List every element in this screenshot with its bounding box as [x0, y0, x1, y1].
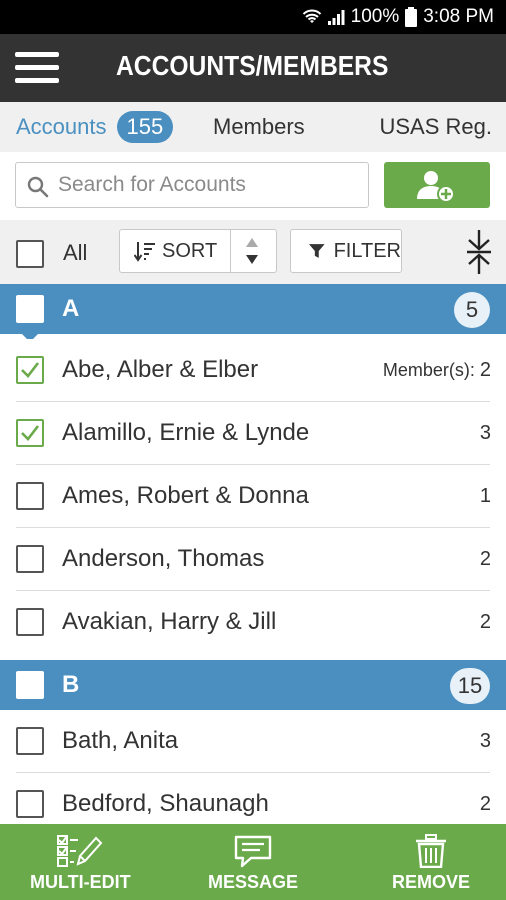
battery-icon — [405, 7, 418, 27]
remove-label: REMOVE — [391, 872, 470, 892]
row-checkbox[interactable] — [16, 419, 44, 447]
battery-percent: 100% — [350, 6, 400, 27]
section-header-b: B 15 — [0, 660, 506, 718]
section-a-checkbox[interactable] — [16, 295, 44, 323]
sort-label: SORT — [162, 239, 218, 262]
search-row — [0, 152, 506, 220]
signal-icon — [327, 10, 345, 25]
checkmark-icon — [21, 362, 40, 378]
row-checkbox[interactable] — [16, 727, 44, 755]
section-letter: B — [62, 671, 80, 698]
list-item[interactable]: Abe, Alber & Elber Member(s): 2 — [0, 339, 506, 402]
row-checkbox[interactable] — [16, 608, 44, 636]
select-all-label: All — [63, 240, 88, 265]
add-account-button[interactable] — [384, 162, 490, 208]
filter-label: FILTER — [333, 239, 401, 262]
status-icons: 100% 3:08 PM — [302, 6, 494, 28]
list-item[interactable]: Avakian, Harry & Jill 2 — [0, 591, 506, 654]
member-count: Member(s): 2 — [383, 359, 491, 382]
multi-edit-button[interactable]: MULTI-EDIT — [30, 824, 131, 900]
message-label: MESSAGE — [207, 872, 299, 892]
row-checkbox[interactable] — [16, 356, 44, 384]
account-name: Bath, Anita — [62, 727, 179, 754]
member-count: 3 — [479, 730, 491, 752]
row-checkbox[interactable] — [16, 545, 44, 573]
account-name: Abe, Alber & Elber — [62, 356, 259, 383]
hamburger-icon[interactable] — [15, 50, 59, 86]
member-count-value: 2 — [479, 359, 491, 381]
sort-direction-icon[interactable] — [243, 236, 261, 266]
section-letter: A — [62, 295, 80, 322]
list-item[interactable]: Alamillo, Ernie & Lynde 3 — [0, 402, 506, 465]
search-box — [15, 162, 369, 208]
select-all-checkbox[interactable] — [16, 240, 44, 268]
collapse-icon[interactable] — [465, 228, 493, 276]
wifi-icon — [302, 9, 321, 23]
tab-accounts[interactable]: Accounts 155 — [16, 102, 174, 152]
list-item[interactable]: Ames, Robert & Donna 1 — [0, 465, 506, 528]
message-button[interactable]: MESSAGE — [203, 824, 303, 900]
multi-edit-icon — [57, 835, 103, 867]
account-name: Alamillo, Ernie & Lynde — [62, 419, 310, 446]
row-checkbox[interactable] — [16, 482, 44, 510]
list-item[interactable]: Anderson, Thomas 2 — [0, 528, 506, 591]
accounts-count-badge: 155 — [116, 111, 174, 143]
account-name: Bedford, Shaunagh — [62, 790, 269, 817]
status-bar: 100% 3:08 PM — [0, 0, 506, 34]
member-count: 2 — [479, 793, 491, 815]
add-user-icon — [417, 171, 455, 203]
message-icon — [234, 835, 272, 868]
sort-button[interactable]: SORT — [120, 230, 231, 272]
page-title: ACCOUNTS/MEMBERS — [116, 50, 389, 81]
sort-control: SORT — [119, 229, 277, 273]
section-header-a: A 5 — [0, 284, 506, 342]
section-count-badge: 15 — [450, 668, 490, 704]
sort-icon — [134, 242, 155, 262]
member-count: 2 — [479, 548, 491, 570]
filter-button[interactable]: FILTER — [290, 229, 402, 273]
clock: 3:08 PM — [423, 6, 494, 27]
member-count-label: Member(s): — [382, 360, 480, 380]
remove-button[interactable]: REMOVE — [381, 824, 481, 900]
tab-usas-reg[interactable]: USAS Reg. — [380, 102, 493, 152]
section-count-badge: 5 — [454, 292, 490, 328]
account-name: Ames, Robert & Donna — [62, 482, 309, 509]
sort-divider — [230, 230, 231, 272]
search-icon — [27, 176, 49, 198]
member-count: 2 — [479, 611, 491, 633]
member-count: 3 — [479, 422, 491, 444]
tab-accounts-label: Accounts — [16, 114, 107, 139]
list-item[interactable]: Bath, Anita 3 — [0, 710, 506, 773]
section-b-checkbox[interactable] — [16, 671, 44, 699]
member-count: 1 — [479, 485, 491, 507]
bottom-action-bar: MULTI-EDIT MESSAGE REMOVE — [0, 824, 506, 900]
checkmark-icon — [21, 425, 40, 441]
account-name: Anderson, Thomas — [62, 545, 265, 572]
multi-edit-label: MULTI-EDIT — [30, 872, 131, 892]
tab-bar: Accounts 155 Members USAS Reg. — [0, 102, 506, 152]
tab-members[interactable]: Members — [213, 102, 305, 152]
trash-icon — [416, 834, 446, 868]
search-input[interactable] — [58, 169, 358, 201]
list-toolbar: All SORT FILTER — [0, 220, 506, 284]
row-checkbox[interactable] — [16, 790, 44, 818]
app-bar: ACCOUNTS/MEMBERS — [0, 34, 506, 102]
filter-icon — [308, 244, 325, 258]
account-name: Avakian, Harry & Jill — [62, 608, 277, 635]
